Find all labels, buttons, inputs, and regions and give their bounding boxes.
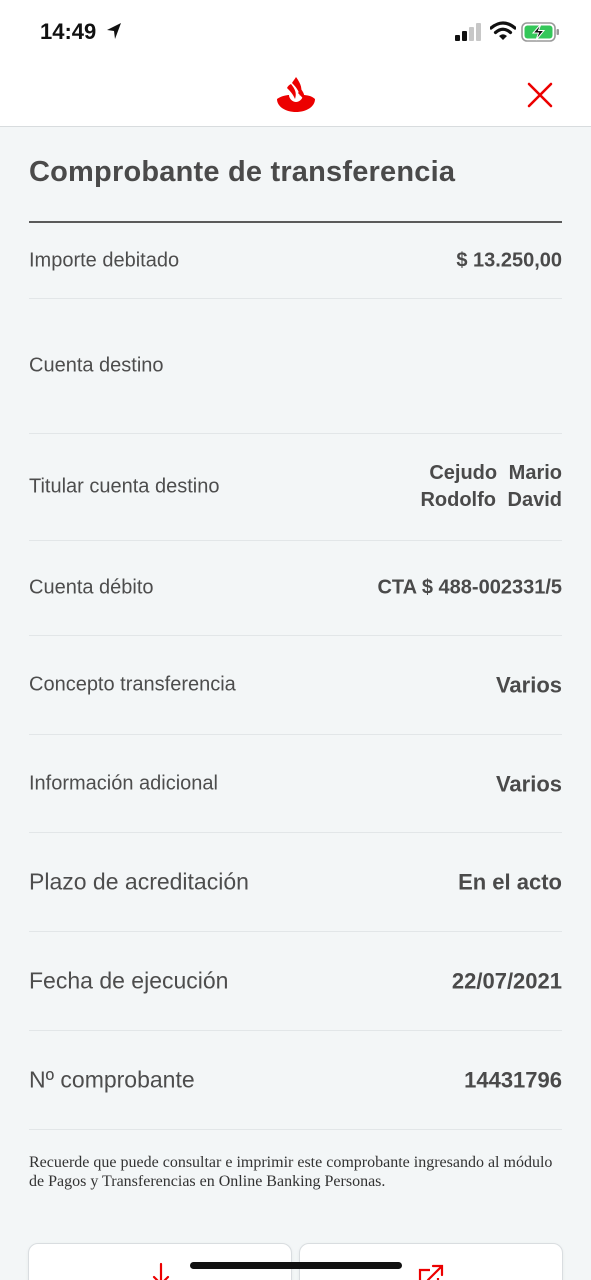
row-value: CTA $ 488-002331/5: [377, 576, 562, 599]
row-importe-debitado: Importe debitado $ 13.250,00: [29, 223, 562, 299]
row-label: Titular cuenta destino: [29, 475, 220, 498]
share-icon: [416, 1262, 446, 1280]
page-title: Comprobante de transferencia: [29, 156, 456, 188]
location-arrow-icon: [106, 22, 122, 45]
close-button[interactable]: [524, 79, 556, 111]
row-cuenta-debito: Cuenta débito CTA $ 488-002331/5: [29, 541, 562, 636]
status-time: 14:49: [40, 19, 97, 44]
row-label: Concepto transferencia: [29, 673, 236, 696]
row-value: Varios: [495, 771, 562, 796]
row-label: Información adicional: [29, 772, 218, 794]
row-label: Nº comprobante: [29, 1066, 195, 1093]
row-value: 14431796: [464, 1067, 562, 1093]
row-label: Fecha de ejecución: [29, 967, 229, 994]
row-value: $ 13.250,00: [456, 249, 562, 271]
santander-flame-logo: [275, 75, 317, 118]
row-value: Cejudo Mario Rodolfo David: [420, 462, 562, 511]
wifi-icon: [489, 21, 517, 46]
footnote-text: Recuerde que puede consultar e imprimir …: [29, 1154, 553, 1190]
row-label: Cuenta débito: [29, 576, 154, 599]
home-indicator[interactable]: [190, 1262, 402, 1269]
row-numero-comprobante: Nº comprobante 14431796: [29, 1031, 562, 1130]
row-plazo-acreditacion: Plazo de acreditación En el acto: [29, 833, 562, 932]
row-label: Cuenta destino: [29, 354, 164, 377]
close-icon: [527, 82, 553, 108]
row-label: Plazo de acreditación: [29, 868, 249, 895]
row-value: En el acto: [458, 869, 562, 895]
row-cuenta-destino: Cuenta destino: [29, 299, 562, 434]
row-informacion-adicional: Información adicional Varios: [29, 735, 562, 833]
row-label: Importe debitado: [29, 249, 180, 271]
row-concepto-transferencia: Concepto transferencia Varios: [29, 636, 562, 735]
row-value: 22/07/2021: [451, 968, 562, 994]
signal-bars-icon: [455, 23, 483, 46]
row-fecha-ejecucion: Fecha de ejecución 22/07/2021: [29, 932, 562, 1031]
battery-charging-icon: [521, 21, 561, 48]
download-icon: [147, 1262, 175, 1280]
row-value: Varios: [495, 672, 562, 698]
nav-bar: [0, 62, 591, 127]
status-bar: 14:49: [0, 0, 591, 62]
row-titular-cuenta-destino: Titular cuenta destino Cejudo Mario Rodo…: [29, 434, 562, 541]
